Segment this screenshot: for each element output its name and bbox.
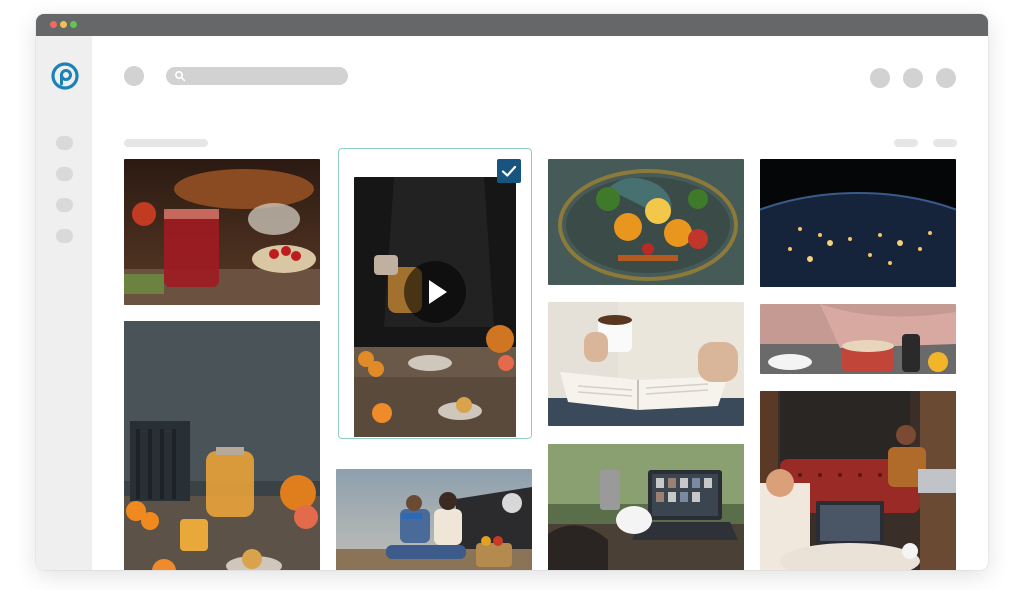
sidebar-item-3[interactable] [56,198,73,212]
window-titlebar [36,14,988,36]
toolbar-action-1[interactable] [870,68,890,88]
sidebar-item-2[interactable] [56,167,73,181]
play-video-button[interactable] [404,261,466,323]
photo-tile-tray-drinks[interactable] [548,159,744,285]
toolbar-action-3[interactable] [936,68,956,88]
view-option-1[interactable] [894,139,918,147]
maximize-window-button[interactable] [70,21,77,28]
photo-tile-tea-rosehip[interactable] [124,159,320,305]
photo-tile-picnic-couple[interactable] [336,469,532,570]
view-option-2[interactable] [933,139,957,147]
close-window-button[interactable] [50,21,57,28]
photo-tile-tea-teapot-table[interactable] [124,321,320,570]
sidebar-item-1[interactable] [56,136,73,150]
sidebar [36,36,92,570]
checkmark-icon [501,165,517,177]
minimize-window-button[interactable] [60,21,67,28]
toolbar-action-2[interactable] [903,68,923,88]
play-icon [429,280,447,304]
photo-tile-cafe-laptops[interactable] [760,391,956,570]
photo-app-logo-icon[interactable] [51,62,79,90]
photo-tile-reading-coffee[interactable] [548,302,744,426]
photo-tile-laptop-coffee[interactable] [548,444,744,570]
search-icon [174,70,186,82]
search-input[interactable] [166,67,348,85]
photo-tile-cozy-blanket-cup[interactable] [760,304,956,374]
selected-checkbox[interactable] [497,159,521,183]
main-content [92,36,988,570]
browser-window [36,14,988,570]
sidebar-item-4[interactable] [56,229,73,243]
section-heading-placeholder [124,139,208,147]
photo-tile-earth-night[interactable] [760,159,956,287]
menu-button[interactable] [124,66,144,86]
